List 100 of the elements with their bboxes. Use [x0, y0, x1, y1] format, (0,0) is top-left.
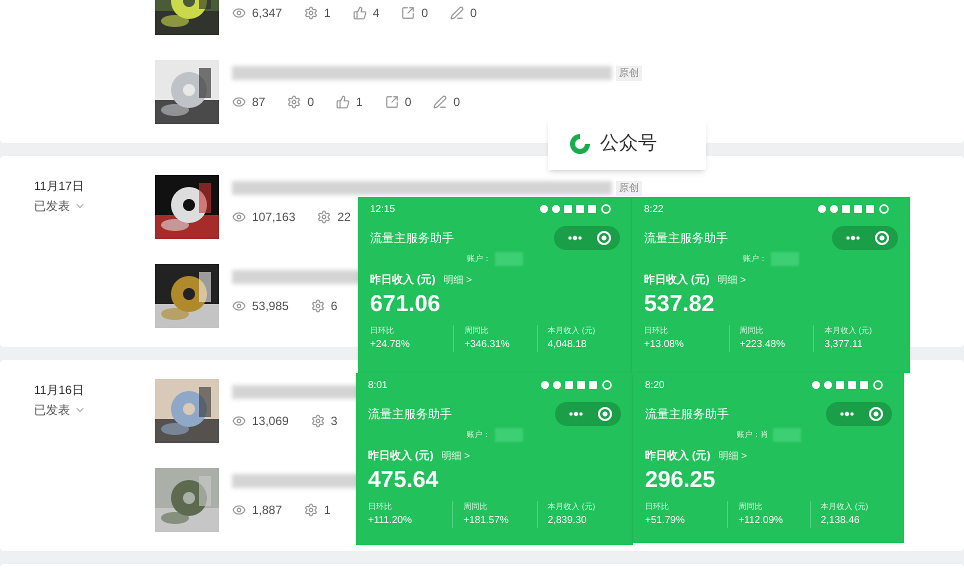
stat-value: +112.09%	[738, 514, 784, 528]
eye-icon	[232, 95, 246, 109]
redacted-account	[772, 428, 800, 442]
account-type-label: 公众号	[548, 118, 706, 170]
account-label: 账户：	[743, 253, 767, 265]
stat-value: 4,048.18	[548, 338, 588, 352]
stat-label: 周同比	[740, 324, 765, 336]
stat-value: 87	[252, 94, 266, 111]
stat-value: 6	[330, 298, 338, 315]
original-tag: 原创	[616, 180, 642, 196]
redacted-account	[495, 252, 523, 266]
capsule-menu-icon	[554, 226, 620, 250]
share-icon	[384, 95, 399, 109]
stat-value: +24.78%	[370, 338, 411, 352]
income-label: 昨日收入 (元)	[370, 272, 436, 288]
share-icon	[401, 6, 416, 20]
eye-icon	[232, 299, 246, 313]
eye-icon	[232, 414, 246, 428]
stat-value: +223.48%	[740, 338, 786, 352]
stat-value: 0	[307, 94, 314, 111]
stat-value: +111.20%	[368, 514, 413, 528]
eye-icon	[232, 210, 246, 224]
status-time: 12:15	[370, 202, 396, 216]
stat-value: 107,163	[252, 209, 296, 226]
detail-link[interactable]: 明细 >	[717, 272, 746, 288]
eye-icon	[232, 6, 246, 20]
stat-value: 1,887	[252, 502, 282, 519]
stat-label: 日环比	[644, 324, 669, 336]
stat-value: 4	[372, 5, 380, 22]
gear-icon	[310, 414, 325, 428]
eye-icon	[232, 503, 246, 517]
gear-icon	[304, 503, 318, 517]
income-label: 昨日收入 (元)	[645, 448, 710, 464]
account-label: 账户：	[467, 253, 491, 265]
stat-value: 2,138.46	[820, 514, 861, 528]
stat-value: 0	[421, 5, 428, 22]
stat-value: 3	[330, 413, 338, 430]
publish-date: 11月16日	[34, 382, 85, 399]
swirl-logo-icon	[568, 132, 592, 156]
stat-value: +181.57%	[463, 514, 510, 528]
capsule-menu-icon	[826, 402, 892, 426]
stat-value: 0	[470, 5, 477, 22]
stat-label: 日环比	[370, 324, 395, 336]
detail-link[interactable]: 明细 >	[443, 272, 472, 288]
publish-date: 11月17日	[34, 178, 85, 195]
pen-icon	[433, 95, 448, 109]
account-label: 账户：	[466, 429, 490, 441]
thumbs-up-icon	[336, 95, 350, 109]
stat-value: 1	[324, 5, 331, 22]
redacted-account	[494, 428, 522, 442]
detail-link[interactable]: 明细 >	[441, 448, 470, 464]
gear-icon	[287, 95, 302, 109]
stat-value: 2,839.30	[548, 514, 588, 528]
app-title: 流量主服务助手	[644, 230, 728, 247]
stat-value: +13.08%	[644, 338, 685, 352]
status-time: 8:22	[644, 202, 664, 216]
gear-icon	[317, 210, 332, 224]
stat-value: 53,985	[252, 298, 289, 315]
pen-icon	[450, 6, 464, 20]
gear-icon	[304, 6, 318, 20]
income-amount: 296.25	[645, 464, 716, 492]
stat-label: 日环比	[368, 500, 393, 512]
income-label: 昨日收入 (元)	[644, 272, 710, 288]
capsule-menu-icon	[555, 402, 621, 426]
stat-label: 本月收入 (元)	[548, 324, 596, 336]
stat-label: 周同比	[464, 324, 490, 336]
stat-value: +51.79%	[645, 514, 686, 528]
app-title: 流量主服务助手	[370, 230, 454, 247]
stat-label: 本月收入 (元)	[824, 324, 873, 336]
stat-value: 22	[337, 209, 351, 226]
app-title: 流量主服务助手	[645, 406, 729, 423]
detail-link[interactable]: 明细 >	[718, 448, 748, 464]
status-time: 8:20	[645, 378, 664, 392]
stat-value: 1	[356, 94, 363, 111]
app-title: 流量主服务助手	[368, 406, 452, 423]
capsule-menu-icon	[832, 226, 898, 250]
stat-label: 日环比	[645, 500, 670, 512]
income-label: 昨日收入 (元)	[368, 448, 434, 464]
stat-value: 13,069	[252, 413, 289, 430]
gear-icon	[310, 299, 325, 313]
stat-label: 周同比	[738, 500, 764, 512]
stat-value: 0	[404, 94, 412, 111]
stat-value: 6,347	[252, 5, 282, 22]
stat-label: 周同比	[463, 500, 488, 512]
stat-value: 3,377.11	[824, 338, 864, 352]
stat-label: 本月收入 (元)	[820, 500, 870, 512]
income-amount: 537.82	[644, 288, 714, 316]
publish-status: 已发表	[34, 198, 70, 215]
income-amount: 671.06	[370, 288, 440, 316]
thumbs-up-icon	[352, 6, 367, 20]
redacted-account	[771, 252, 799, 266]
stat-value: +346.31%	[464, 338, 511, 352]
stat-value: 1	[324, 502, 331, 519]
publish-status: 已发表	[34, 402, 70, 419]
stat-value: 0	[453, 94, 460, 111]
account-label: 账户：肖	[736, 429, 768, 441]
status-time: 8:01	[368, 378, 388, 392]
income-amount: 475.64	[368, 464, 438, 492]
original-tag: 原创	[616, 66, 642, 80]
stat-label: 本月收入 (元)	[548, 500, 596, 512]
